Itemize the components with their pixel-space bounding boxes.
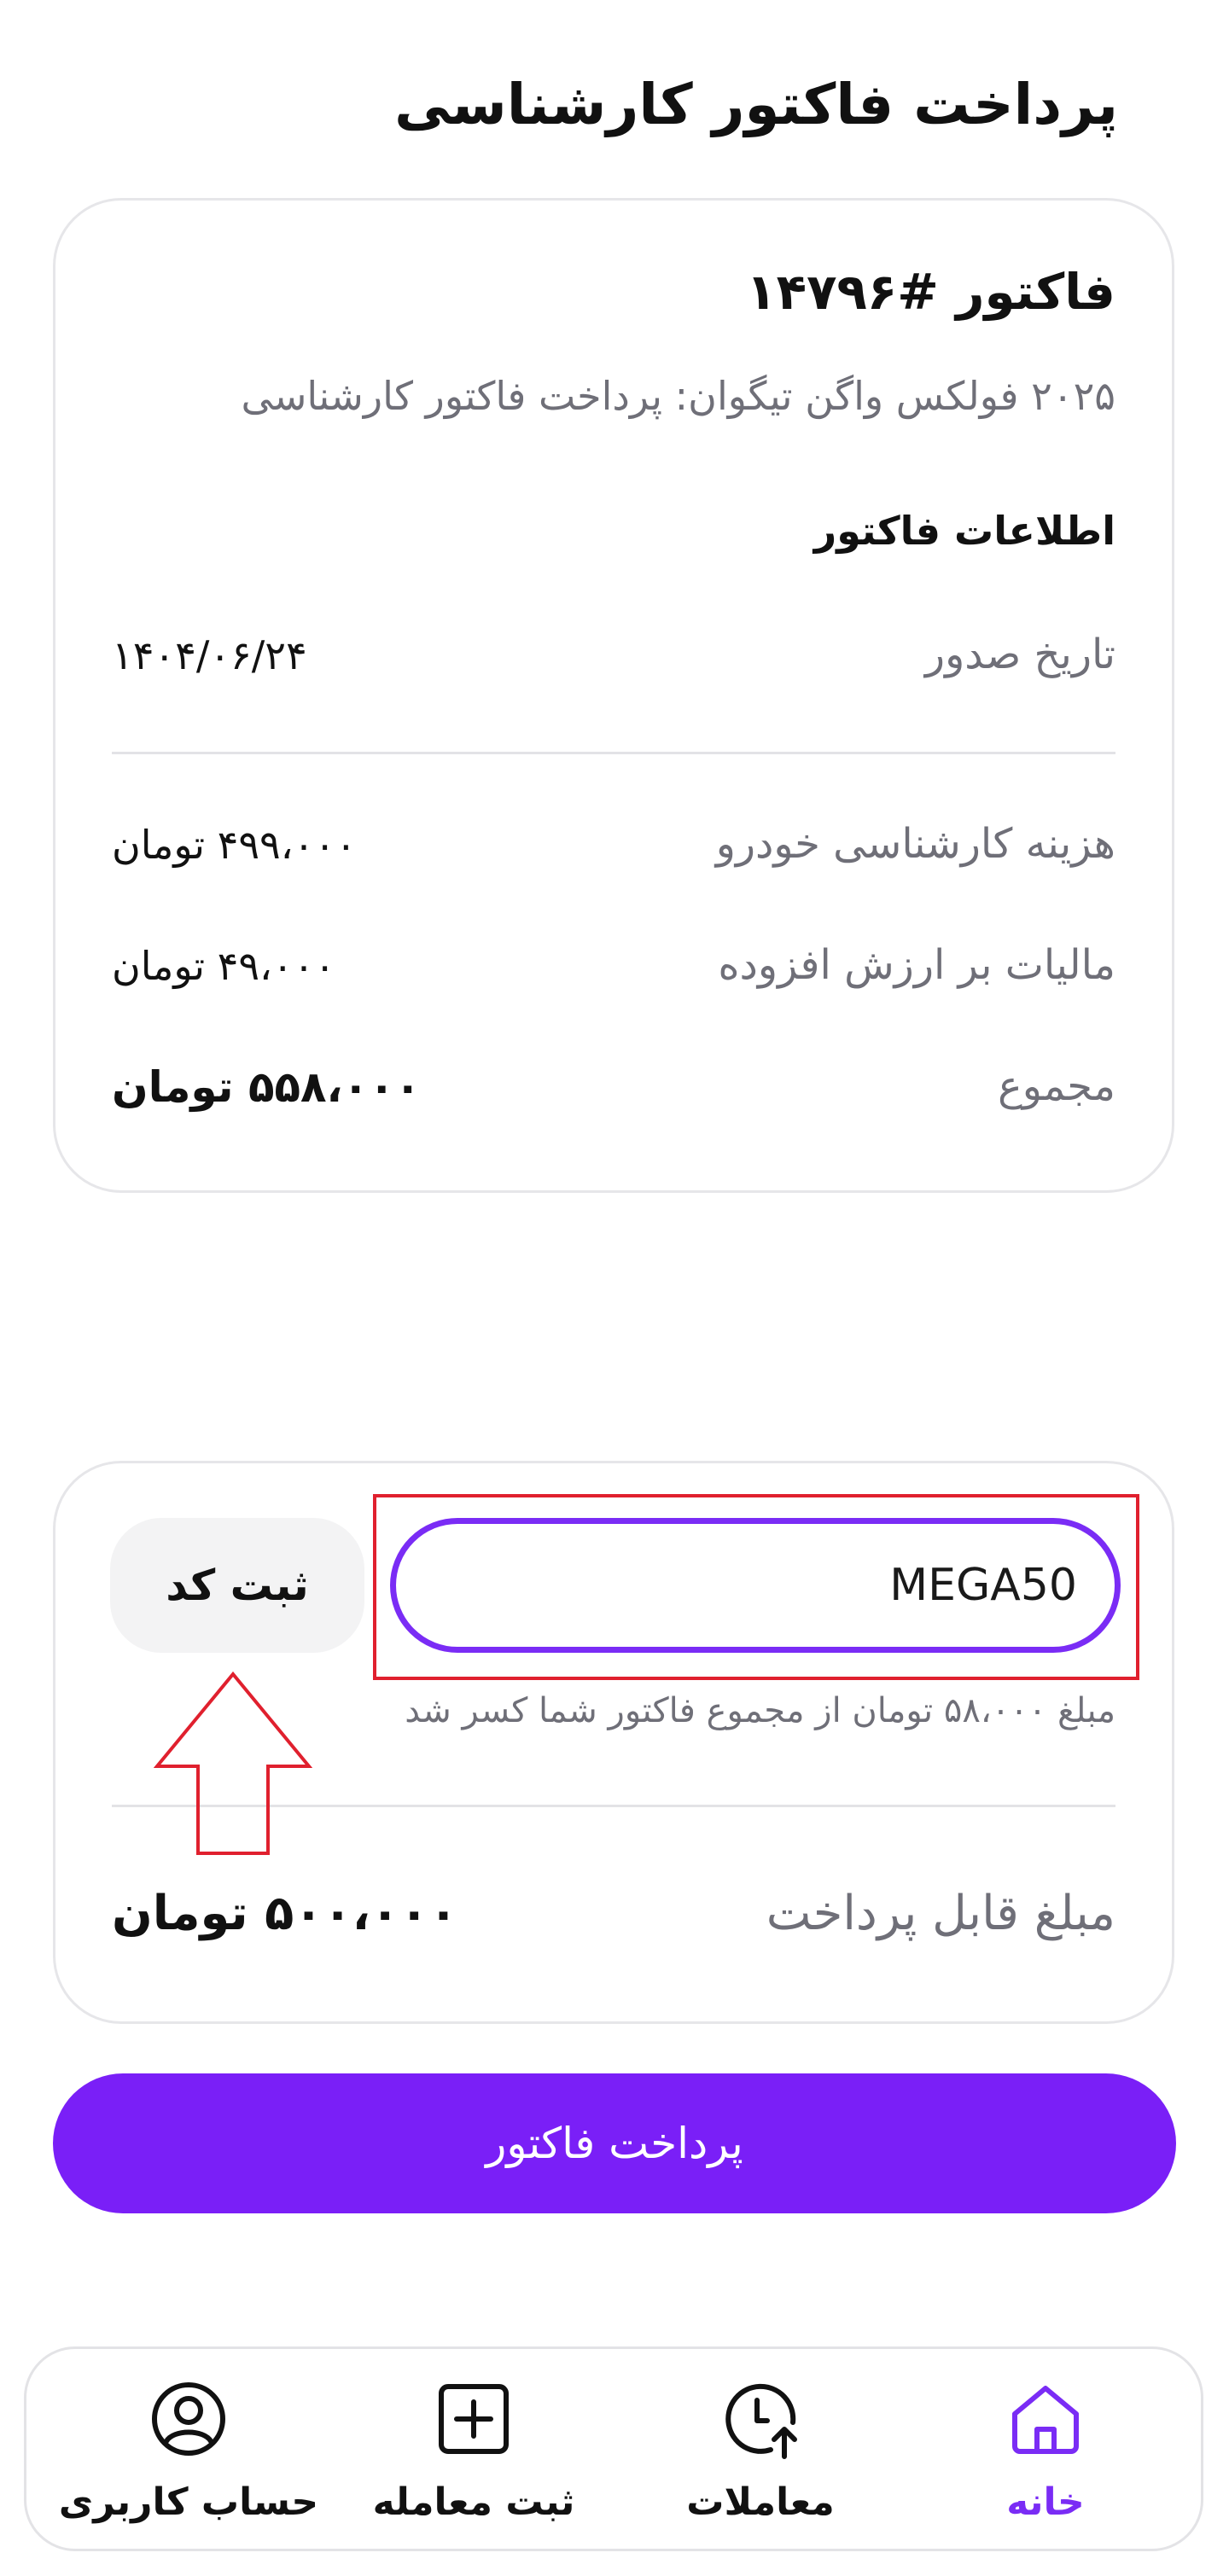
invoice-info-title: اطلاعات فاکتور [813, 508, 1115, 554]
home-icon [1012, 2386, 1079, 2454]
payable-value: ۵۰۰،۰۰۰ تومان [112, 1886, 458, 1941]
clock-arrow-icon [725, 2383, 797, 2459]
apply-code-button[interactable]: ثبت کد [110, 1518, 364, 1653]
nav-item-new-deal[interactable]: ثبت معامله [337, 2349, 610, 2549]
coupon-code-input[interactable] [390, 1518, 1121, 1653]
nav-label-transactions: معاملات [686, 2480, 835, 2524]
plus-square-icon [439, 2384, 509, 2454]
divider [112, 752, 1115, 754]
item-label-vat: مالیات بر ارزش افزوده [718, 941, 1115, 989]
issue-date-value: ۱۴۰۴/۰۶/۲۴ [112, 632, 307, 678]
total-value: ۵۵۸،۰۰۰ تومان [112, 1062, 422, 1112]
payable-label: مبلغ قابل پرداخت [766, 1886, 1115, 1941]
nav-label-new-deal: ثبت معامله [372, 2480, 575, 2524]
nav-item-transactions[interactable]: معاملات [624, 2349, 897, 2549]
issue-date-label: تاریخ صدور [924, 631, 1115, 678]
item-value-expert-fee: ۴۹۹،۰۰۰ تومان [112, 822, 357, 868]
nav-item-home[interactable]: خانه [909, 2349, 1182, 2549]
discount-note: مبلغ ۵۸،۰۰۰ تومان از مجموع فاکتور شما کس… [405, 1691, 1115, 1730]
user-circle-icon [152, 2382, 225, 2456]
total-label: مجموع [998, 1062, 1115, 1110]
invoice-description: ۲۰۲۵ فولکس واگن تیگوان: پرداخت فاکتور کا… [241, 373, 1115, 419]
nav-item-account[interactable]: حساب کاربری [52, 2349, 325, 2549]
invoice-number: فاکتور #۱۴۷۹۶ [746, 263, 1115, 321]
nav-label-home: خانه [1006, 2480, 1085, 2524]
annotation-arrow-icon [154, 1671, 312, 1855]
item-value-vat: ۴۹،۰۰۰ تومان [112, 943, 336, 989]
pay-invoice-button[interactable]: پرداخت فاکتور [53, 2073, 1176, 2213]
item-label-expert-fee: هزینه کارشناسی خودرو [715, 820, 1115, 868]
bottom-nav: حساب کاربری ثبت معامله معاملات خانه [24, 2346, 1203, 2551]
invoice-card: فاکتور #۱۴۷۹۶ ۲۰۲۵ فولکس واگن تیگوان: پر… [53, 198, 1174, 1193]
nav-label-account: حساب کاربری [58, 2480, 319, 2524]
page-title: پرداخت فاکتور کارشناسی [394, 72, 1118, 137]
